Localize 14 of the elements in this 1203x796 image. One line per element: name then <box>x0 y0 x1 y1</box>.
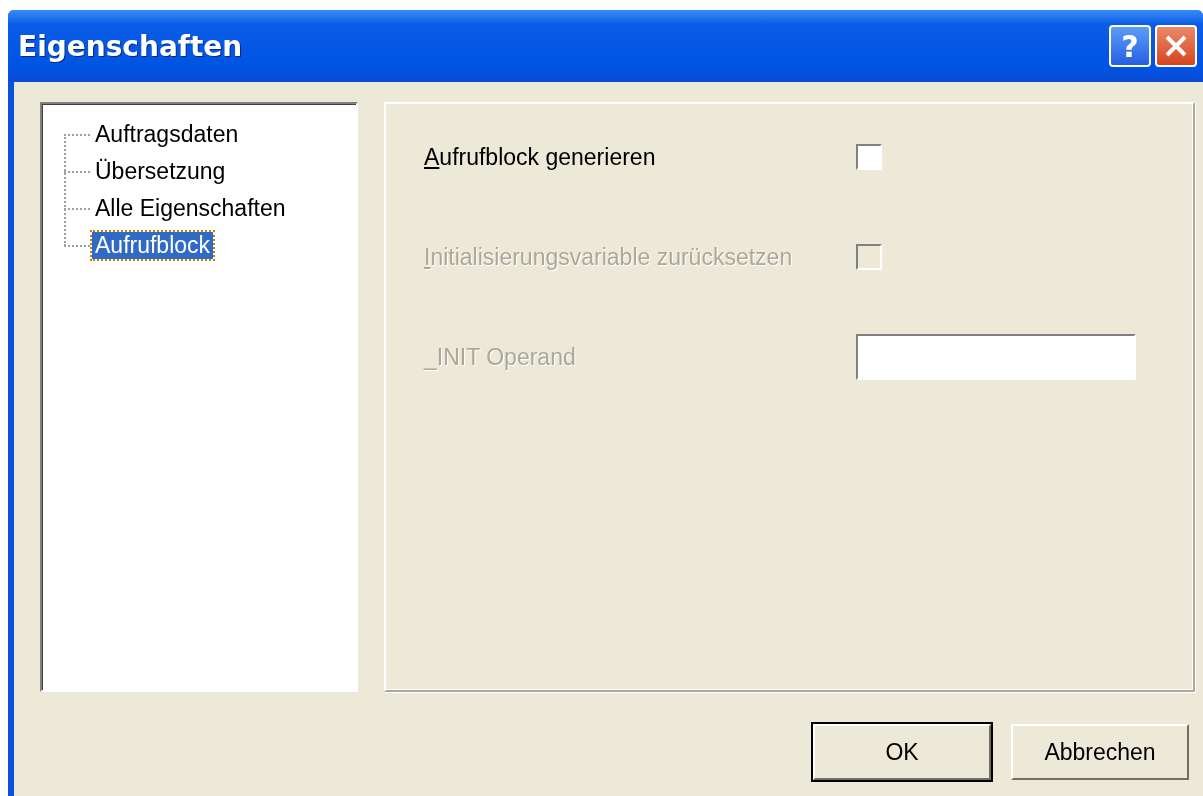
close-icon <box>1163 33 1189 59</box>
tree-item[interactable]: Auftragsdaten <box>92 121 242 148</box>
cancel-button[interactable]: Abbrechen <box>1011 724 1189 780</box>
tree-item[interactable]: Aufrufblock <box>92 232 214 259</box>
help-button[interactable]: ? <box>1109 25 1151 67</box>
checkbox[interactable] <box>856 144 882 170</box>
field-label: Aufrufblock generieren <box>424 143 657 171</box>
tree-item[interactable]: Übersetzung <box>92 158 229 185</box>
ok-button[interactable]: OK <box>813 724 991 780</box>
tree-item[interactable]: Alle Eigenschaften <box>92 195 289 222</box>
field-label: Initialisierungsvariable zurücksetzen <box>424 243 794 271</box>
close-button[interactable] <box>1155 25 1197 67</box>
window-title: Eigenschaften <box>18 29 243 63</box>
field-label: _INIT Operand <box>424 343 577 371</box>
